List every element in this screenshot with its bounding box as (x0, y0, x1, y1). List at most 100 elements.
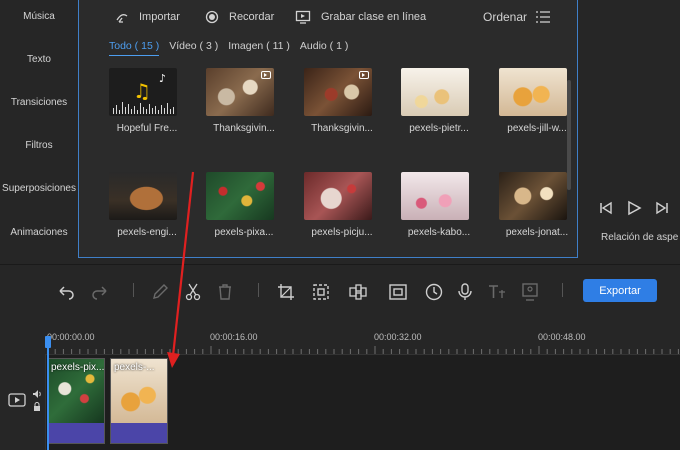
scissors-icon[interactable] (183, 282, 203, 302)
frame-icon[interactable] (388, 282, 408, 302)
media-tile[interactable]: pexels-pixa... (206, 172, 278, 238)
music-note-icon: ♫ ♪ (113, 72, 174, 114)
trash-icon[interactable] (215, 282, 235, 302)
image-thumbnail (401, 68, 469, 116)
next-frame-icon[interactable] (654, 200, 670, 216)
media-tile[interactable]: pexels-engi... (109, 172, 181, 238)
video-thumbnail (206, 68, 274, 116)
media-tile-label: Thanksgivin... (213, 123, 275, 134)
import-label: Importar (139, 11, 180, 23)
media-tile[interactable]: Thanksgivin... (304, 68, 376, 134)
edit-toolbar (0, 264, 680, 318)
record-class-button[interactable]: Grabar clase en línea (295, 10, 426, 24)
timeline-ruler[interactable]: 00:00:00.00 00:00:16.00 00:00:32.00 00:0… (0, 322, 680, 354)
sidebar-item-text[interactable]: Texto (0, 39, 78, 79)
video-track-icon (8, 393, 26, 407)
ruler-ticks (47, 346, 679, 354)
tab-image[interactable]: Imagen ( 11 ) (228, 40, 290, 56)
image-thumbnail (499, 172, 567, 220)
media-tile-label: Thanksgivin... (311, 123, 373, 134)
resize-icon[interactable] (311, 282, 331, 302)
clip-bar (111, 423, 167, 443)
video-thumbnail (304, 68, 372, 116)
media-tile[interactable]: pexels-pietr... (401, 68, 473, 134)
media-scrollbar[interactable] (567, 80, 571, 190)
media-tile[interactable]: ♫ ♪ Hopeful Fre... (109, 68, 181, 134)
image-thumbnail (304, 172, 372, 220)
redo-icon[interactable] (90, 282, 110, 302)
sidebar-item-animations[interactable]: Animaciones (0, 212, 78, 252)
preview-controls (598, 200, 670, 216)
undo-icon[interactable] (56, 282, 76, 302)
media-tile-label: pexels-kabo... (407, 227, 471, 238)
export-button[interactable]: Exportar (583, 279, 657, 302)
media-tile[interactable]: Thanksgivin... (206, 68, 278, 134)
media-tile[interactable]: pexels-picju... (304, 172, 376, 238)
media-panel: Importar Recordar Grabar clase en línea … (78, 0, 578, 258)
video-badge-icon (359, 71, 369, 79)
timeline-clip[interactable]: pexels-... (110, 358, 168, 444)
import-icon (116, 14, 128, 23)
lock-icon[interactable] (33, 402, 41, 412)
screen-record-icon (295, 10, 311, 24)
sidebar: Música Texto Transiciones Filtros Superp… (0, 0, 78, 258)
image-icon[interactable] (520, 282, 540, 302)
tab-audio[interactable]: Audio ( 1 ) (300, 40, 348, 56)
media-tile[interactable]: pexels-kabo... (401, 172, 473, 238)
media-tabs: Todo ( 15 ) Vídeo ( 3 ) Imagen ( 11 ) Au… (109, 40, 358, 56)
record-button[interactable]: Recordar (205, 10, 274, 24)
media-tile-label: pexels-picju... (311, 227, 373, 238)
sort-button[interactable]: Ordenar (483, 10, 561, 24)
image-thumbnail (206, 172, 274, 220)
time-label: 00:00:32.00 (374, 332, 422, 342)
image-thumbnail (401, 172, 469, 220)
mosaic-icon[interactable] (348, 282, 368, 302)
media-tile-label: Hopeful Fre... (116, 123, 178, 134)
media-tile[interactable]: pexels-jonat... (499, 172, 571, 238)
audio-thumbnail: ♫ ♪ (109, 68, 177, 116)
clip-label: pexels-... (114, 362, 155, 373)
tab-all[interactable]: Todo ( 15 ) (109, 40, 160, 56)
media-toolbar: Importar Recordar Grabar clase en línea … (79, 0, 577, 40)
toolbar-divider (258, 283, 259, 297)
tab-video[interactable]: Vídeo ( 3 ) (169, 40, 218, 56)
track-header (0, 354, 46, 450)
media-tile-label: pexels-jonat... (505, 227, 569, 238)
pen-icon[interactable] (150, 282, 170, 302)
crop-icon[interactable] (276, 282, 296, 302)
clock-icon[interactable] (424, 282, 444, 302)
record-class-label: Grabar clase en línea (321, 11, 427, 23)
toolbar-divider (133, 283, 134, 297)
media-tile-label: pexels-engi... (117, 227, 177, 238)
app-window: Música Texto Transiciones Filtros Superp… (0, 0, 680, 450)
toolbar-divider (562, 283, 563, 297)
text-icon[interactable] (487, 282, 507, 302)
sidebar-item-overlays[interactable]: Superposiciones (0, 168, 78, 208)
image-thumbnail (499, 68, 567, 116)
image-thumbnail (109, 172, 177, 220)
sort-label: Ordenar (483, 10, 528, 24)
import-button[interactable]: Importar (115, 10, 180, 24)
time-label: 00:00:48.00 (538, 332, 586, 342)
aspect-ratio-label[interactable]: Relación de aspe (601, 232, 678, 243)
mic-icon[interactable] (455, 282, 475, 302)
media-tile[interactable]: pexels-jill-w... (499, 68, 571, 134)
media-tile-label: pexels-pietr... (409, 123, 469, 134)
timeline-clip[interactable]: pexels-pix... (47, 358, 105, 444)
playhead-handle[interactable] (45, 336, 51, 348)
record-icon (205, 10, 219, 24)
media-tile-label: pexels-pixa... (214, 227, 274, 238)
sort-list-icon (536, 11, 551, 23)
svg-text:♫: ♫ (133, 79, 151, 103)
sidebar-item-transitions[interactable]: Transiciones (0, 82, 78, 122)
play-icon[interactable] (626, 200, 642, 216)
sidebar-item-filters[interactable]: Filtros (0, 125, 78, 165)
volume-icon[interactable] (32, 389, 42, 399)
sidebar-item-music[interactable]: Música (0, 0, 78, 36)
previous-frame-icon[interactable] (598, 200, 614, 216)
video-badge-icon (261, 71, 271, 79)
clip-bar (48, 423, 104, 443)
time-label: 00:00:00.00 (47, 332, 95, 342)
time-label: 00:00:16.00 (210, 332, 258, 342)
playhead[interactable] (47, 336, 49, 450)
